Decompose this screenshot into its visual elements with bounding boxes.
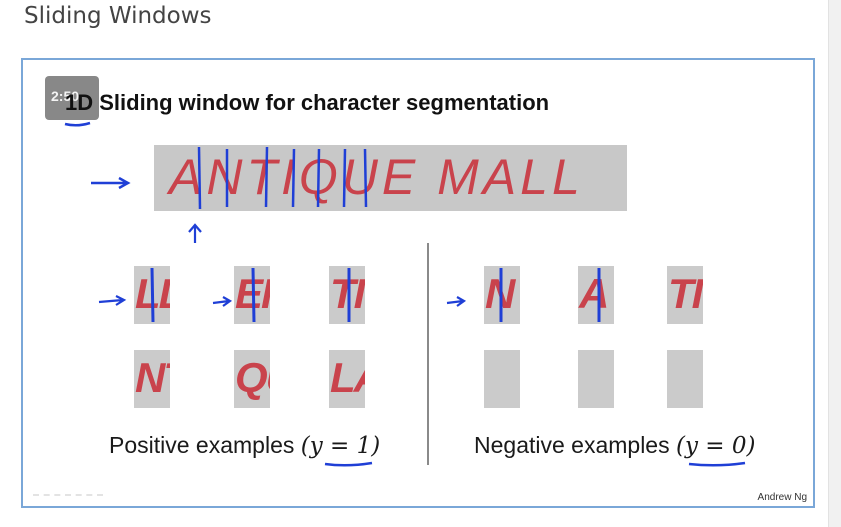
negative-caption-label: Negative examples <box>474 432 670 458</box>
negative-caption-underline <box>688 461 746 467</box>
patch-fragment: LA <box>330 354 365 401</box>
positive-caption-label: Positive examples <box>109 432 295 458</box>
faint-scribble <box>33 488 103 496</box>
slide-credit: Andrew Ng <box>757 492 807 503</box>
sliding-window-lines <box>197 146 368 210</box>
negative-patch <box>484 350 520 408</box>
window-line <box>150 267 155 323</box>
video-slide-frame[interactable]: 2:50 1D Sliding window for character seg… <box>21 58 815 508</box>
page-heading: Sliding Windows <box>24 3 212 29</box>
positive-patch: EI <box>234 266 270 324</box>
positive-caption-math: (y = 1) <box>300 433 381 459</box>
negative-caption: Negative examples (y = 0) <box>474 432 755 459</box>
banner-arrow-icon <box>91 176 131 190</box>
patch-fragment: NT <box>135 354 170 401</box>
arrow-icon <box>446 296 467 307</box>
positive-caption-underline <box>324 461 373 467</box>
negative-caption-math: (y = 0) <box>676 433 756 459</box>
window-line <box>251 267 256 323</box>
positive-patch: QU <box>234 350 270 408</box>
negative-patch <box>578 350 614 408</box>
window-line <box>347 268 351 322</box>
page-scrollbar[interactable] <box>828 0 841 527</box>
window-line <box>499 268 503 322</box>
banner-image: ANTIQUE MALL <box>154 145 627 211</box>
negative-patch: A <box>578 266 614 324</box>
slide-title: 1D Sliding window for character segmenta… <box>65 90 550 115</box>
negative-patch: TI <box>667 266 703 324</box>
positive-caption: Positive examples (y = 1) <box>109 432 380 459</box>
arrow-icon <box>212 296 233 307</box>
patch-fragment: TI <box>668 270 703 317</box>
arrow-icon <box>98 295 127 306</box>
patch-fragment: QU <box>235 354 270 401</box>
column-divider <box>427 243 429 465</box>
positive-patch: TI <box>329 266 365 324</box>
window-start-arrow-icon <box>188 223 202 243</box>
positive-patch: LA <box>329 350 365 408</box>
title-underline-annotation <box>64 121 91 127</box>
positive-patch: NT <box>134 350 170 408</box>
window-line <box>597 268 601 322</box>
positive-patch: LL <box>134 266 170 324</box>
negative-patch <box>667 350 703 408</box>
negative-patch: N <box>484 266 520 324</box>
